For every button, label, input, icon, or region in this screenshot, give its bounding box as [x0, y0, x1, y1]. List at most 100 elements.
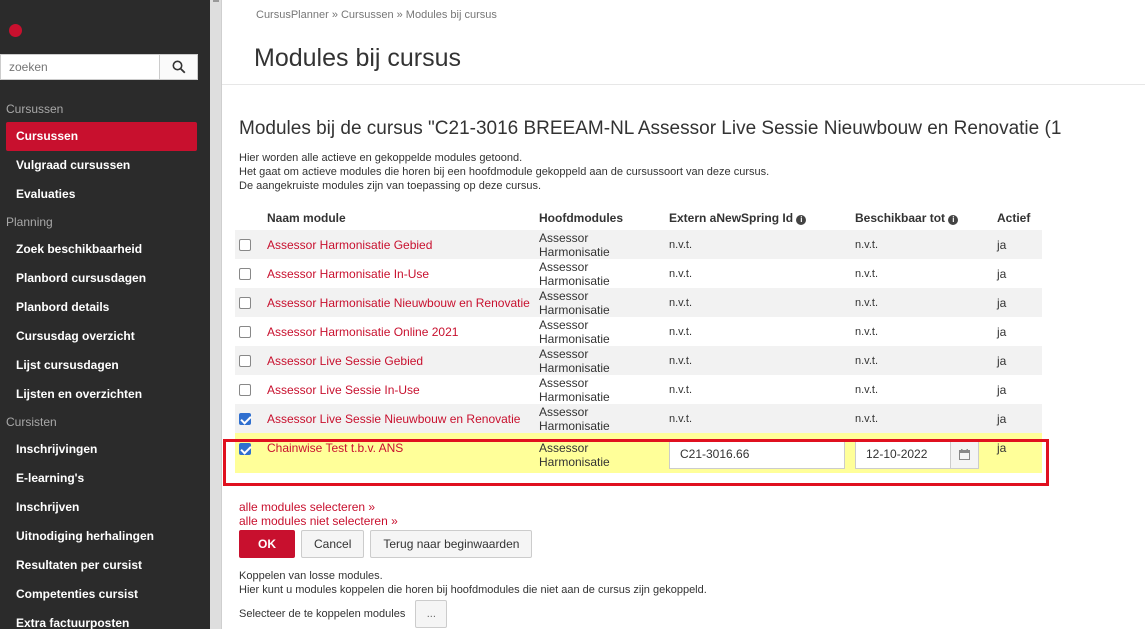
module-checkbox[interactable] [239, 326, 251, 339]
couple-select-row: Selecteer de te koppelen modules ... [239, 600, 448, 628]
table-row: Assessor Harmonisatie Nieuwbouw en Renov… [235, 288, 1042, 317]
sidebar-scrollbar[interactable] [210, 0, 222, 629]
intro-line: De aangekruiste modules zijn van toepass… [239, 180, 542, 192]
couple-line: Koppelen van losse modules. [239, 570, 383, 582]
module-checkbox[interactable] [239, 268, 251, 281]
row-active: ja [993, 404, 1042, 433]
date-input[interactable]: 12-10-2022 [855, 439, 951, 469]
row-until: n.v.t. [855, 325, 879, 338]
sidebar-item-uitnodiging-herhalingen[interactable]: Uitnodiging herhalingen [0, 522, 197, 551]
row-main: Assessor Harmonisatie [539, 375, 610, 404]
row-until: n.v.t. [851, 230, 993, 259]
row-main: Assessor Harmonisatie [539, 317, 610, 346]
module-checkbox[interactable] [239, 413, 251, 426]
row-select [235, 288, 263, 317]
module-link[interactable]: Assessor Harmonisatie Online 2021 [267, 325, 458, 339]
date-picker: 12-10-2022 [855, 439, 989, 469]
module-checkbox[interactable] [239, 239, 251, 252]
module-link[interactable]: Assessor Harmonisatie Gebied [267, 238, 432, 252]
module-link[interactable]: Assessor Live Sessie Gebied [267, 354, 423, 368]
select-all-link[interactable]: alle modules selecteren » [239, 500, 398, 514]
table-row: Assessor Live Sessie Nieuwbouw en Renova… [235, 404, 1042, 433]
row-active: ja [993, 230, 1042, 259]
sidebar-item-inschrijven[interactable]: Inschrijven [0, 493, 197, 522]
module-link[interactable]: Assessor Harmonisatie Nieuwbouw en Renov… [267, 296, 530, 310]
breadcrumb: CursusPlanner » Cursussen » Modules bij … [256, 9, 497, 21]
sidebar-item-lijst-cursusdagen[interactable]: Lijst cursusdagen [0, 351, 197, 380]
sidebar-item-inschrijvingen[interactable]: Inschrijvingen [0, 435, 197, 464]
sidebar-item-zoek-beschikbaarheid[interactable]: Zoek beschikbaarheid [0, 235, 197, 264]
sidebar-item-cursusdag-overzicht[interactable]: Cursusdag overzicht [0, 322, 197, 351]
row-active: ja [997, 382, 1007, 397]
sidebar-item-planbord-details[interactable]: Planbord details [0, 293, 197, 322]
row-main: Assessor Harmonisatie [535, 433, 665, 473]
sidebar-item-cursussen[interactable]: Cursussen [6, 122, 197, 151]
selection-links: alle modules selecteren » alle modules n… [239, 500, 398, 528]
choose-modules-button[interactable]: ... [415, 600, 448, 628]
module-link[interactable]: Assessor Live Sessie Nieuwbouw en Renova… [267, 412, 520, 426]
info-icon[interactable]: i [948, 214, 959, 225]
row-main: Assessor Harmonisatie [535, 288, 665, 317]
row-name: Assessor Live Sessie Gebied [263, 346, 535, 375]
search-button[interactable] [159, 55, 197, 79]
row-until: n.v.t. [851, 288, 993, 317]
sidebar-item-resultaten-per-cursist[interactable]: Resultaten per cursist [0, 551, 197, 580]
row-select [235, 375, 263, 404]
deselect-all-link[interactable]: alle modules niet selecteren » [239, 514, 398, 528]
row-main: Assessor Harmonisatie [535, 346, 665, 375]
nav-section-cursisten[interactable]: Cursisten [0, 409, 210, 435]
header-until: Beschikbaar tot i [851, 205, 993, 230]
logo-icon[interactable] [9, 24, 22, 37]
sidebar-item-vulgraad-cursussen[interactable]: Vulgraad cursussen [0, 151, 197, 180]
nav-section-planning[interactable]: Planning [0, 209, 210, 235]
ok-button[interactable]: OK [239, 530, 295, 558]
module-link[interactable]: Assessor Live Sessie In-Use [267, 383, 420, 397]
sidebar-item-e-learnings[interactable]: E-learning's [0, 464, 197, 493]
row-name: Assessor Harmonisatie Gebied [263, 230, 535, 259]
cancel-button[interactable]: Cancel [301, 530, 365, 558]
row-main: Assessor Harmonisatie [539, 259, 610, 288]
row-main: Assessor Harmonisatie [535, 404, 665, 433]
sidebar-item-lijsten-overzichten[interactable]: Lijsten en overzichten [0, 380, 197, 409]
row-active: ja [997, 266, 1007, 281]
header-active: Actief [997, 210, 1031, 225]
couple-line: Hier kunt u modules koppelen die horen b… [239, 584, 707, 596]
scroll-handle[interactable] [213, 0, 219, 6]
module-checkbox[interactable] [239, 297, 251, 310]
search-input[interactable] [1, 55, 159, 79]
module-checkbox[interactable] [239, 355, 251, 368]
row-name: Assessor Live Sessie In-Use [263, 375, 535, 404]
row-extern: C21-3016.66 [665, 433, 851, 473]
nav-section-cursussen[interactable]: Cursussen [0, 96, 210, 122]
reset-button[interactable]: Terug naar beginwaarden [370, 530, 533, 558]
header-extern-label: Extern aNewSpring Id [669, 210, 794, 225]
row-select [235, 259, 263, 288]
row-select [235, 346, 263, 375]
calendar-button[interactable] [951, 439, 979, 469]
row-until: n.v.t. [855, 383, 879, 396]
search-icon [172, 60, 185, 74]
sidebar-nav: Cursussen Cursussen Vulgraad cursussen E… [0, 96, 210, 629]
table-row: Assessor Live Sessie Gebied Assessor Har… [235, 346, 1042, 375]
sidebar-item-evaluaties[interactable]: Evaluaties [0, 180, 197, 209]
table-row-highlighted: Chainwise Test t.b.v. ANS Assessor Harmo… [235, 433, 1042, 473]
row-active: ja [993, 288, 1042, 317]
row-select [235, 404, 263, 433]
row-name: Assessor Harmonisatie In-Use [263, 259, 535, 288]
extern-id-input[interactable]: C21-3016.66 [669, 439, 845, 469]
info-icon[interactable]: i [796, 214, 807, 225]
row-until: n.v.t. [855, 267, 879, 280]
sidebar-item-planbord-cursusdagen[interactable]: Planbord cursusdagen [0, 264, 197, 293]
row-until: n.v.t. [851, 404, 993, 433]
module-checkbox[interactable] [239, 384, 251, 397]
row-name: Chainwise Test t.b.v. ANS [263, 433, 535, 473]
module-link[interactable]: Chainwise Test t.b.v. ANS [267, 441, 403, 455]
table-row: Assessor Harmonisatie Gebied Assessor Ha… [235, 230, 1042, 259]
row-select [235, 230, 263, 259]
module-link[interactable]: Assessor Harmonisatie In-Use [267, 267, 429, 281]
row-active: ja [993, 346, 1042, 375]
sidebar-item-competenties-cursist[interactable]: Competenties cursist [0, 580, 197, 609]
module-checkbox[interactable] [239, 442, 251, 455]
row-extern: n.v.t. [669, 383, 693, 396]
sidebar-item-extra-factuurposten[interactable]: Extra factuurposten [0, 609, 197, 629]
